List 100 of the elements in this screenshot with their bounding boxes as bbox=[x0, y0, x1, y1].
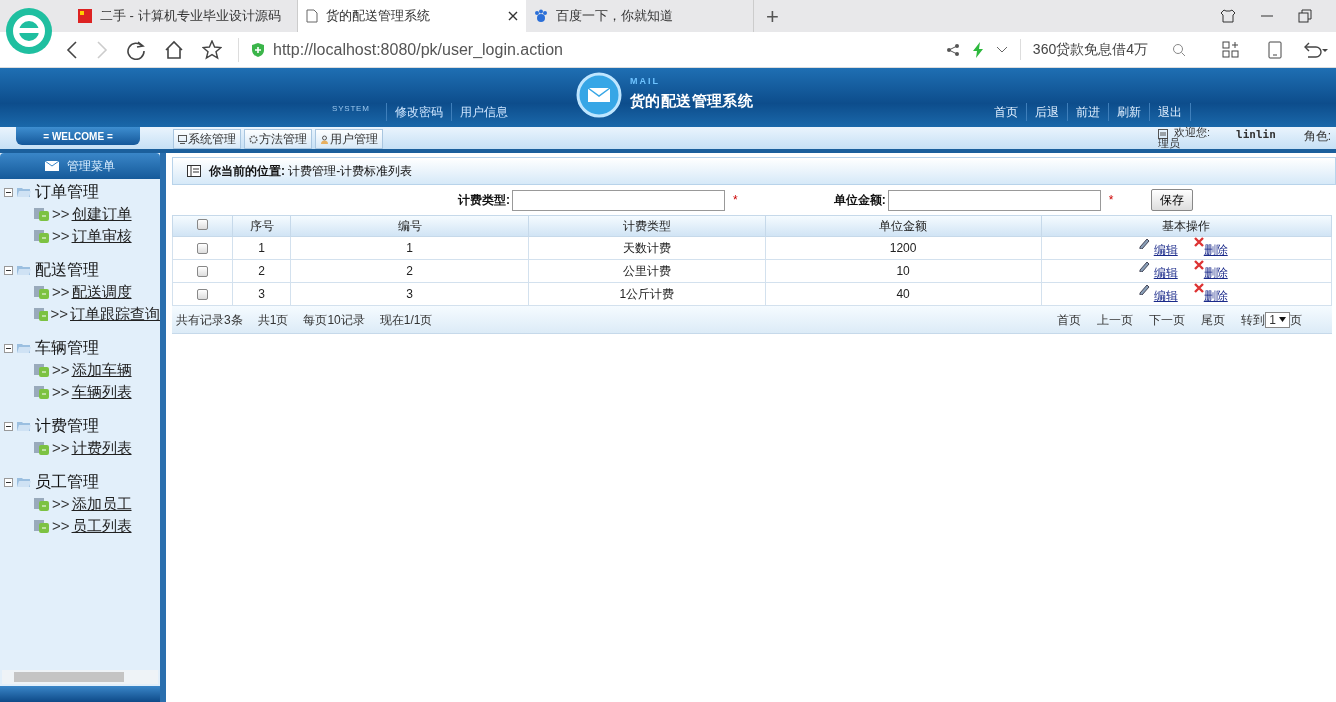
pager-info: 现在1/1页 bbox=[379, 311, 433, 329]
restore-icon[interactable] bbox=[1298, 9, 1312, 23]
document-icon bbox=[34, 385, 50, 399]
tree-link[interactable]: 车辆列表 bbox=[71, 380, 132, 404]
tree-link[interactable]: 订单审核 bbox=[71, 224, 132, 248]
header-link[interactable]: 刷新 bbox=[1108, 103, 1150, 121]
action-link[interactable]: 删除 bbox=[1203, 287, 1228, 305]
action-link[interactable]: 编辑 bbox=[1153, 264, 1178, 282]
table-cell: 10 bbox=[765, 259, 1042, 283]
row-checkbox[interactable] bbox=[197, 243, 208, 255]
list-icon bbox=[187, 165, 201, 177]
mail-icon bbox=[45, 161, 59, 171]
row-checkbox[interactable] bbox=[197, 266, 208, 278]
tree-link[interactable]: 配送调度 bbox=[71, 280, 132, 304]
search-field[interactable]: 360贷款免息借4万 bbox=[1019, 39, 1186, 60]
pager-link[interactable]: 尾页 bbox=[1201, 310, 1226, 329]
collapse-icon[interactable] bbox=[4, 265, 13, 275]
header-link[interactable]: 修改密码 bbox=[385, 103, 451, 121]
folder-icon bbox=[17, 186, 31, 198]
shirt-icon[interactable] bbox=[1220, 8, 1236, 24]
header-link[interactable]: 前进 bbox=[1067, 103, 1109, 121]
folder-icon bbox=[17, 476, 31, 488]
header-link[interactable]: 首页 bbox=[985, 103, 1027, 121]
required-mark: * bbox=[1108, 192, 1114, 209]
mail-logo-icon bbox=[576, 72, 622, 118]
back-icon[interactable] bbox=[66, 40, 78, 59]
shield-icon bbox=[251, 41, 265, 58]
page-select[interactable]: 1 bbox=[1265, 311, 1290, 328]
pager-info: 共有记录3条 bbox=[176, 311, 243, 329]
table-cell: 1公斤计费 bbox=[528, 282, 765, 306]
table-cell: 3 bbox=[290, 282, 529, 306]
new-tab-button[interactable]: + bbox=[766, 6, 779, 28]
row-checkbox[interactable] bbox=[197, 289, 208, 301]
tablet-icon[interactable] bbox=[1268, 40, 1282, 59]
search-icon[interactable] bbox=[1172, 42, 1186, 57]
tree-prefix: >> bbox=[52, 437, 70, 458]
reload-icon[interactable] bbox=[126, 39, 146, 60]
star-icon[interactable] bbox=[202, 39, 222, 60]
app-title: 货的配送管理系统 bbox=[630, 91, 753, 112]
folder-icon bbox=[17, 342, 31, 354]
action-link[interactable]: 编辑 bbox=[1153, 287, 1178, 305]
address-bar[interactable]: http://localhost:8080/pk/user_login.action bbox=[238, 37, 878, 62]
pager-link[interactable]: 下一页 bbox=[1149, 310, 1186, 329]
chevron-down-icon[interactable] bbox=[995, 45, 1008, 54]
collapse-icon[interactable] bbox=[4, 343, 13, 353]
tree-prefix: >> bbox=[52, 515, 70, 536]
required-mark: * bbox=[733, 192, 738, 209]
tree-link[interactable]: 员工列表 bbox=[71, 514, 132, 538]
apps-icon[interactable] bbox=[1222, 40, 1240, 59]
collapse-icon[interactable] bbox=[4, 421, 13, 431]
document-icon bbox=[34, 363, 50, 377]
menu-tab[interactable]: 方法管理 bbox=[244, 129, 312, 149]
document-icon bbox=[34, 441, 50, 455]
browser-tab[interactable]: 货的配送管理系统 bbox=[298, 0, 526, 32]
undo-icon[interactable] bbox=[1302, 40, 1328, 59]
action-link[interactable]: 删除 bbox=[1203, 241, 1228, 259]
tree-prefix: >> bbox=[52, 359, 70, 380]
pager-info: 每页10记录 bbox=[303, 311, 365, 329]
document-icon bbox=[34, 519, 50, 533]
paw-icon bbox=[534, 9, 548, 23]
collapse-icon[interactable] bbox=[4, 477, 13, 487]
select-all-checkbox[interactable] bbox=[197, 219, 208, 230]
table-cell: 1 bbox=[290, 236, 529, 260]
home-icon[interactable] bbox=[164, 39, 184, 60]
pager-link[interactable]: 首页 bbox=[1057, 310, 1082, 329]
tree-group-label[interactable]: 员工管理 bbox=[35, 470, 99, 494]
system-label: SYSTEM bbox=[332, 103, 370, 115]
dropdown-icon bbox=[1279, 317, 1286, 322]
text-input[interactable] bbox=[512, 189, 725, 211]
tree-group-label[interactable]: 计费管理 bbox=[35, 414, 99, 438]
text-input[interactable] bbox=[887, 189, 1101, 211]
lightning-icon[interactable] bbox=[971, 41, 984, 58]
column-header: 序号 bbox=[232, 215, 291, 237]
table-cell: 公里计费 bbox=[528, 259, 765, 283]
tree-group-label[interactable]: 车辆管理 bbox=[35, 336, 99, 360]
header-link[interactable]: 后退 bbox=[1026, 103, 1068, 121]
pager-link[interactable]: 上一页 bbox=[1097, 310, 1134, 329]
menu-tab[interactable]: 用户管理 bbox=[315, 129, 383, 149]
pencil-icon bbox=[1137, 283, 1150, 295]
menu-tab[interactable]: 系统管理 bbox=[173, 129, 241, 149]
action-link[interactable]: 删除 bbox=[1203, 264, 1228, 282]
action-link[interactable]: 编辑 bbox=[1153, 241, 1178, 259]
save-button[interactable]: 保存 bbox=[1151, 189, 1194, 211]
tree-link[interactable]: 添加车辆 bbox=[71, 358, 132, 382]
tree-group-label[interactable]: 订单管理 bbox=[35, 180, 99, 204]
column-header: 基本操作 bbox=[1041, 215, 1332, 237]
pencil-icon bbox=[1137, 260, 1150, 272]
delete-icon bbox=[1193, 283, 1204, 293]
document-icon bbox=[34, 207, 50, 221]
tree-link[interactable]: 订单跟踪查询 bbox=[70, 302, 160, 326]
tree-link[interactable]: 创建订单 bbox=[71, 202, 132, 226]
share-icon[interactable] bbox=[945, 42, 960, 57]
tree-group-label[interactable]: 配送管理 bbox=[35, 258, 99, 282]
header-link[interactable]: 用户信息 bbox=[450, 103, 516, 121]
horizontal-scrollbar[interactable] bbox=[2, 670, 158, 684]
header-link[interactable]: 退出 bbox=[1149, 103, 1191, 121]
collapse-icon[interactable] bbox=[4, 187, 13, 197]
tree-link[interactable]: 添加员工 bbox=[71, 492, 132, 516]
close-icon[interactable] bbox=[508, 11, 518, 21]
tree-link[interactable]: 计费列表 bbox=[71, 436, 132, 460]
